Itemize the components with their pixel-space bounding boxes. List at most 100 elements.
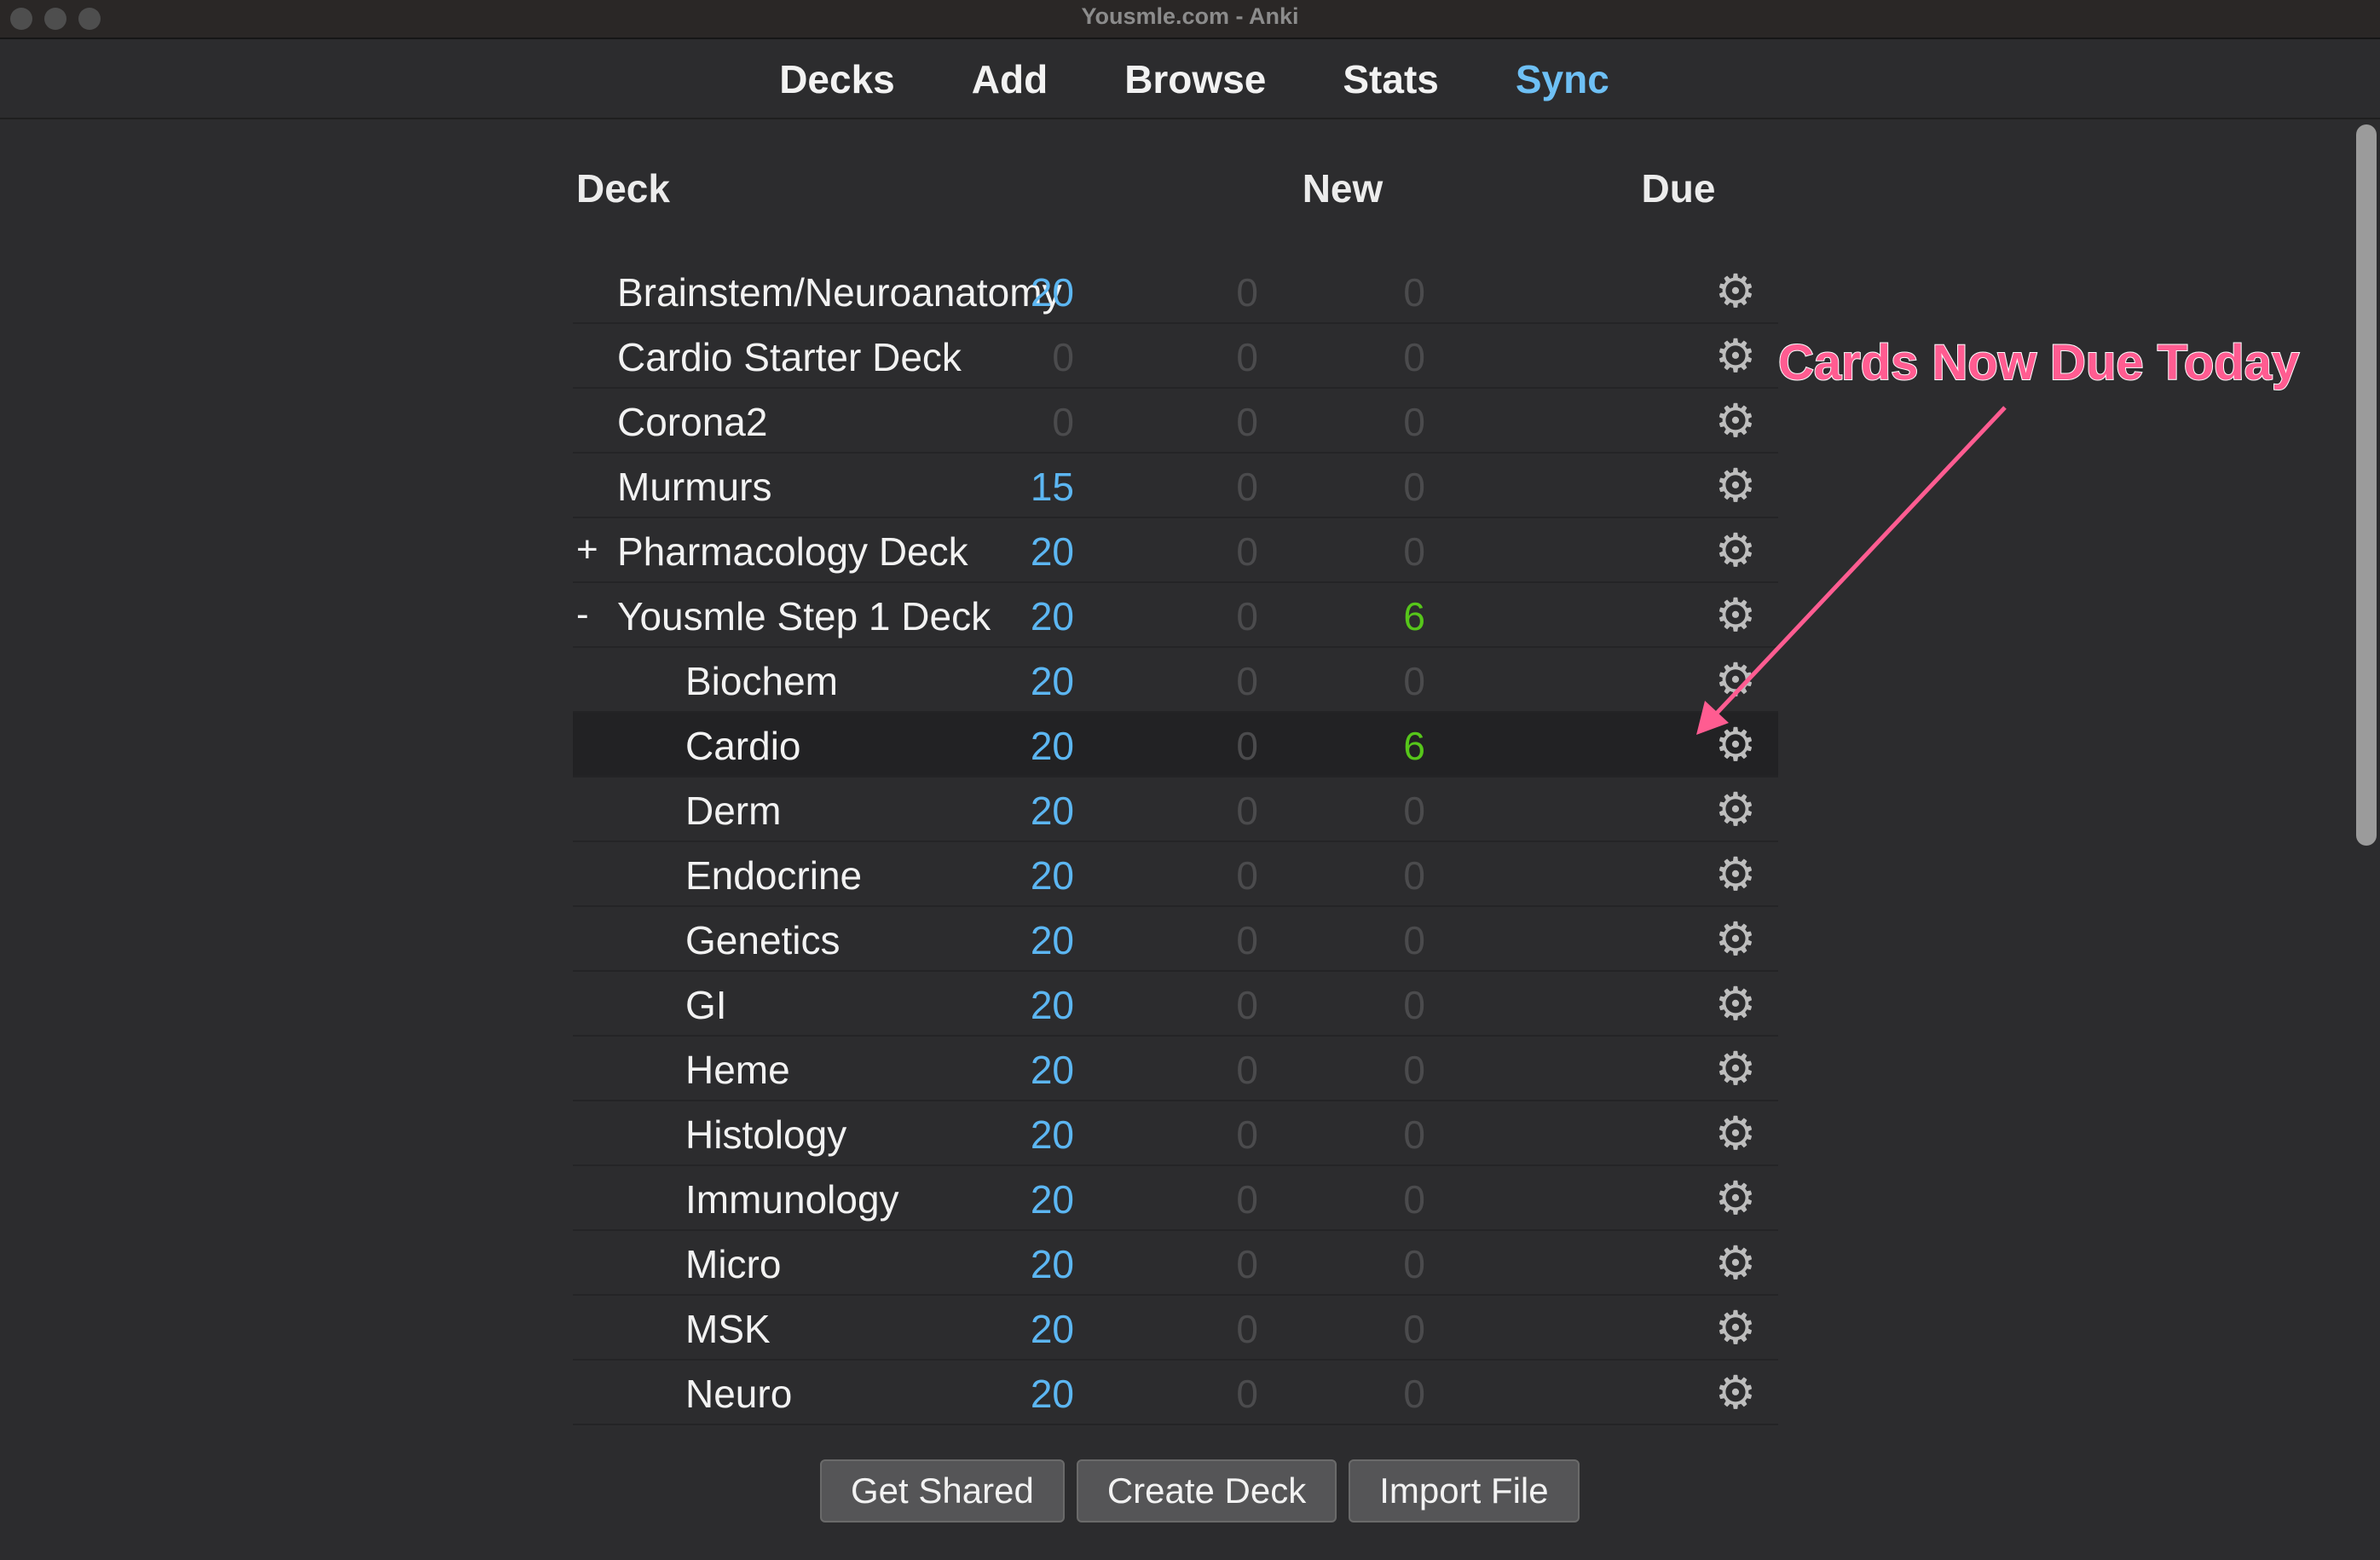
new-count: 20 — [1030, 659, 1074, 703]
due-count: 0 — [1403, 983, 1425, 1027]
deck-name[interactable]: Biochem — [685, 658, 838, 704]
deck-name[interactable]: MSK — [685, 1306, 771, 1352]
title-bar: Yousmle.com - Anki — [0, 0, 2380, 39]
window-title: Yousmle.com - Anki — [1081, 3, 1299, 29]
deck-table: Deck New Due Brainstem/Neuroanatomy 20 0 0 ⚙… — [573, 153, 1778, 1425]
deck-name[interactable]: Micro — [685, 1241, 781, 1287]
gear-icon[interactable]: ⚙ — [1713, 333, 1758, 379]
deck-row[interactable]: Cardio Starter Deck 0 0 0 ⚙ — [573, 324, 1778, 389]
due-count: 6 — [1403, 724, 1425, 768]
learn-count: 0 — [1236, 1112, 1258, 1157]
gear-icon[interactable]: ⚙ — [1713, 1176, 1758, 1222]
toolbar-add-link[interactable]: Add — [972, 56, 1048, 102]
due-count: 0 — [1403, 465, 1425, 509]
due-count: 0 — [1403, 400, 1425, 444]
new-count: 20 — [1030, 983, 1074, 1027]
deck-row[interactable]: + Pharmacology Deck 20 0 0 ⚙ — [573, 518, 1778, 583]
due-count: 0 — [1403, 1372, 1425, 1416]
deck-row[interactable]: Immunology 20 0 0 ⚙ — [573, 1166, 1778, 1231]
deck-column-header: Deck — [576, 166, 670, 211]
learn-count: 0 — [1236, 724, 1258, 768]
deck-list: Brainstem/Neuroanatomy 20 0 0 ⚙ Cardio Starte… — [573, 259, 1778, 1425]
deck-row[interactable]: Micro 20 0 0 ⚙ — [573, 1231, 1778, 1296]
deck-row[interactable]: Endocrine 20 0 0 ⚙ — [573, 842, 1778, 907]
learn-count: 0 — [1236, 789, 1258, 833]
deck-name[interactable]: Heme — [685, 1047, 790, 1093]
deck-row[interactable]: MSK 20 0 0 ⚙ — [573, 1296, 1778, 1361]
deck-name[interactable]: Cardio Starter Deck — [617, 334, 962, 380]
new-count: 15 — [1030, 465, 1074, 509]
deck-row[interactable]: - Yousmle Step 1 Deck 20 0 6 ⚙ — [573, 583, 1778, 648]
toolbar-decks-link[interactable]: Decks — [779, 56, 895, 102]
due-count: 0 — [1403, 1048, 1425, 1092]
learn-count: 0 — [1236, 1307, 1258, 1351]
toolbar-stats-link[interactable]: Stats — [1343, 56, 1438, 102]
toolbar-browse-link[interactable]: Browse — [1124, 56, 1266, 102]
deck-name[interactable]: Cardio — [685, 723, 801, 769]
gear-icon[interactable]: ⚙ — [1713, 1370, 1758, 1416]
deck-row[interactable]: Corona2 0 0 0 ⚙ — [573, 389, 1778, 454]
new-column-header: New — [1302, 166, 1384, 211]
get-shared-button[interactable]: Get Shared — [820, 1459, 1065, 1522]
learn-count: 0 — [1236, 529, 1258, 574]
deck-name[interactable]: Neuro — [685, 1371, 792, 1417]
deck-name[interactable]: GI — [685, 982, 727, 1028]
create-deck-button[interactable]: Create Deck — [1076, 1459, 1337, 1522]
collapse-toggle[interactable]: - — [576, 593, 607, 636]
gear-icon[interactable]: ⚙ — [1713, 981, 1758, 1027]
deck-name[interactable]: Histology — [685, 1112, 846, 1158]
gear-icon[interactable]: ⚙ — [1713, 1305, 1758, 1351]
learn-count: 0 — [1236, 400, 1258, 444]
gear-icon[interactable]: ⚙ — [1713, 852, 1758, 898]
new-count: 20 — [1030, 724, 1074, 768]
deck-row[interactable]: Heme 20 0 0 ⚙ — [573, 1037, 1778, 1101]
deck-row[interactable]: Genetics 20 0 0 ⚙ — [573, 907, 1778, 972]
deck-name[interactable]: Immunology — [685, 1176, 899, 1222]
gear-icon[interactable]: ⚙ — [1713, 269, 1758, 315]
deck-name[interactable]: Pharmacology Deck — [617, 529, 968, 575]
due-count: 0 — [1403, 1112, 1425, 1157]
due-count: 0 — [1403, 335, 1425, 379]
new-count: 20 — [1030, 1242, 1074, 1286]
deck-row[interactable]: Neuro 20 0 0 ⚙ — [573, 1361, 1778, 1425]
gear-icon[interactable]: ⚙ — [1713, 1111, 1758, 1157]
learn-count: 0 — [1236, 465, 1258, 509]
deck-table-header: Deck New Due — [573, 153, 1778, 222]
deck-name[interactable]: Yousmle Step 1 Deck — [617, 593, 991, 639]
deck-row[interactable]: Cardio 20 0 6 ⚙ — [573, 713, 1778, 777]
new-count: 20 — [1030, 529, 1074, 574]
due-count: 0 — [1403, 789, 1425, 833]
gear-icon[interactable]: ⚙ — [1713, 1046, 1758, 1092]
deck-name[interactable]: Murmurs — [617, 464, 771, 510]
deck-row[interactable]: GI 20 0 0 ⚙ — [573, 972, 1778, 1037]
toolbar-sync-link[interactable]: Sync — [1516, 56, 1609, 102]
deck-name[interactable]: Genetics — [685, 917, 841, 963]
expand-toggle[interactable]: + — [576, 529, 607, 571]
new-count: 20 — [1030, 270, 1074, 315]
new-count: 20 — [1030, 853, 1074, 898]
deck-row[interactable]: Histology 20 0 0 ⚙ — [573, 1101, 1778, 1166]
deck-row[interactable]: Murmurs 15 0 0 ⚙ — [573, 454, 1778, 518]
gear-icon[interactable]: ⚙ — [1713, 916, 1758, 962]
deck-row[interactable]: Biochem 20 0 0 ⚙ — [573, 648, 1778, 713]
due-count: 0 — [1403, 853, 1425, 898]
new-count: 20 — [1030, 918, 1074, 962]
learn-count: 0 — [1236, 594, 1258, 638]
deck-name[interactable]: Corona2 — [617, 399, 767, 445]
due-count: 0 — [1403, 659, 1425, 703]
deck-row[interactable]: Brainstem/Neuroanatomy 20 0 0 ⚙ — [573, 259, 1778, 324]
deck-row[interactable]: Derm 20 0 0 ⚙ — [573, 777, 1778, 842]
new-count: 20 — [1030, 1048, 1074, 1092]
learn-count: 0 — [1236, 918, 1258, 962]
deck-name[interactable]: Endocrine — [685, 852, 862, 898]
gear-icon[interactable]: ⚙ — [1713, 1240, 1758, 1286]
new-count: 20 — [1030, 1372, 1074, 1416]
new-count: 20 — [1030, 594, 1074, 638]
deck-name[interactable]: Derm — [685, 788, 781, 834]
new-count: 20 — [1030, 1177, 1074, 1222]
gear-icon[interactable]: ⚙ — [1713, 787, 1758, 833]
import-file-button[interactable]: Import File — [1349, 1459, 1580, 1522]
scrollbar-thumb[interactable] — [2356, 124, 2377, 846]
annotation-arrow — [1696, 406, 2007, 735]
learn-count: 0 — [1236, 983, 1258, 1027]
